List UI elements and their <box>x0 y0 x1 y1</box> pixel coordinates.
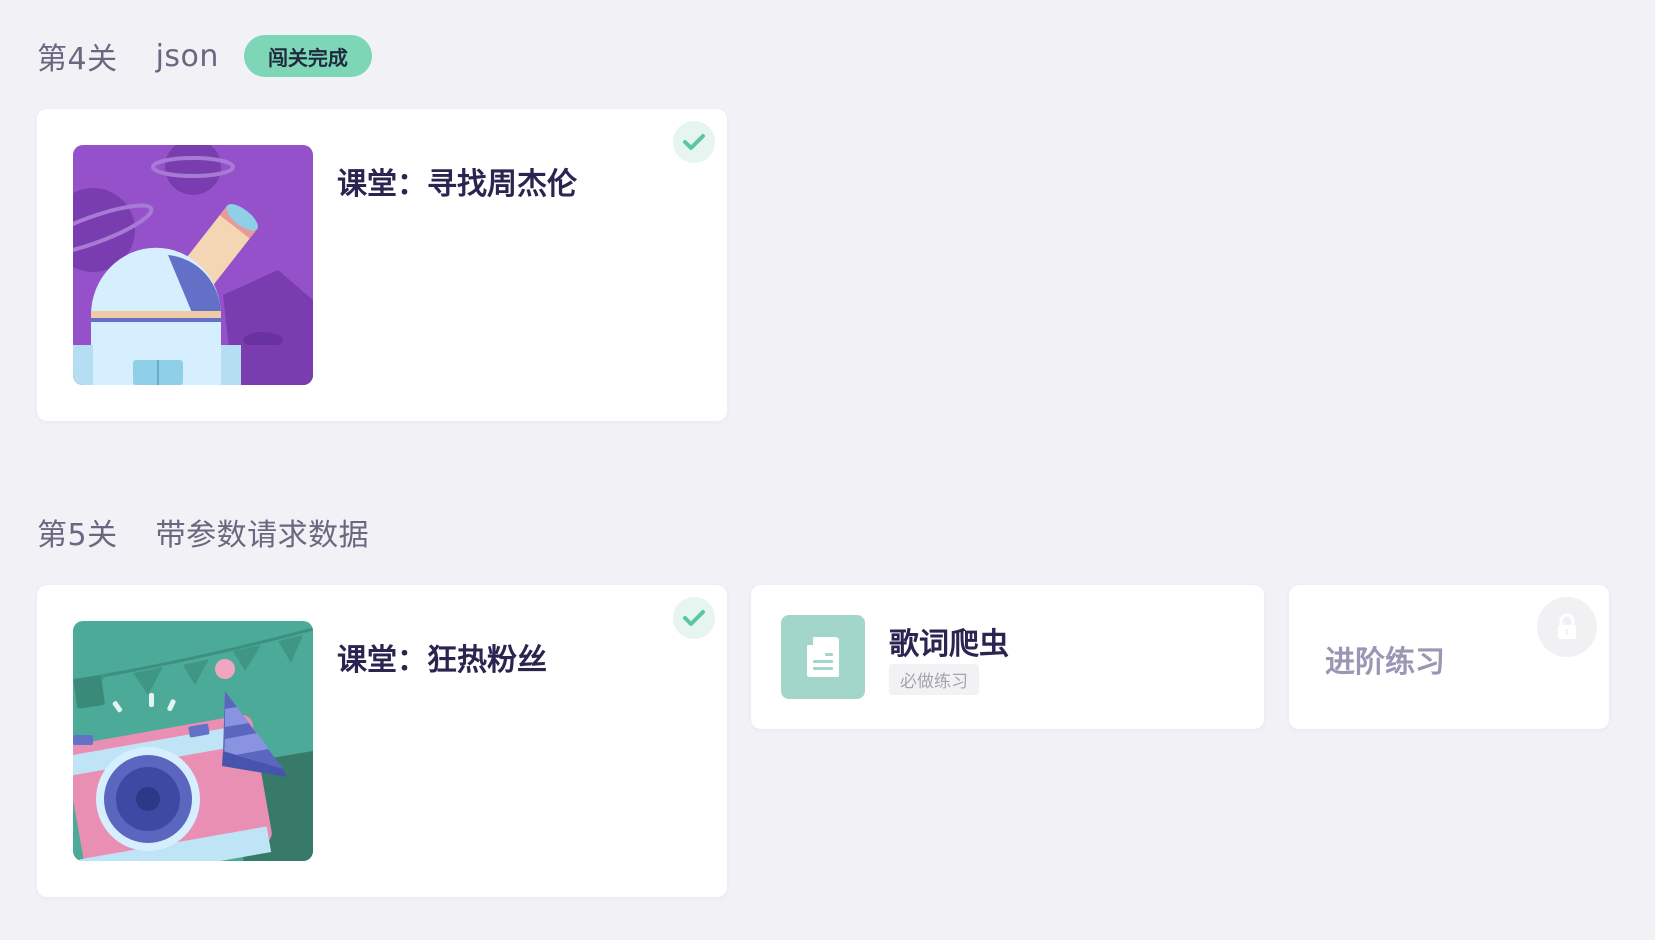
required-exercise-tag: 必做练习 <box>889 664 979 695</box>
level-4-header: 第4关 json 闯关完成 <box>37 34 372 78</box>
lesson-card-crazy-fans[interactable]: 课堂：狂热粉丝 <box>37 585 727 897</box>
level-number: 第4关 <box>37 42 118 77</box>
exercise-card-lyrics-crawler[interactable]: 歌词爬虫 必做练习 <box>751 585 1264 729</box>
completed-check-icon <box>673 597 715 639</box>
exercise-card-advanced-locked[interactable]: 进阶练习 <box>1289 585 1609 729</box>
telescope-illustration <box>73 145 313 385</box>
level-name: 带参数请求数据 <box>155 518 370 553</box>
lesson-card-find-jay-chou[interactable]: 课堂：寻找周杰伦 <box>37 109 727 421</box>
level-complete-badge: 闯关完成 <box>243 35 372 77</box>
level-name: json <box>155 38 219 74</box>
lesson-thumbnail-camera <box>73 621 313 861</box>
lock-icon <box>1537 597 1597 657</box>
course-map: 第4关 json 闯关完成 课堂：寻找周杰伦 第5关 带参数请求数据 课堂：狂热… <box>0 0 1655 940</box>
camera-illustration <box>73 621 313 861</box>
exercise-title: 歌词爬虫 <box>889 627 1009 662</box>
level-5-header: 第5关 带参数请求数据 <box>37 510 369 554</box>
level-number: 第5关 <box>37 518 118 553</box>
lesson-title: 课堂：寻找周杰伦 <box>337 167 577 202</box>
completed-check-icon <box>673 121 715 163</box>
document-icon <box>781 615 865 699</box>
lesson-thumbnail-telescope <box>73 145 313 385</box>
locked-exercise-title: 进阶练习 <box>1325 645 1445 680</box>
lesson-title: 课堂：狂热粉丝 <box>337 643 547 678</box>
